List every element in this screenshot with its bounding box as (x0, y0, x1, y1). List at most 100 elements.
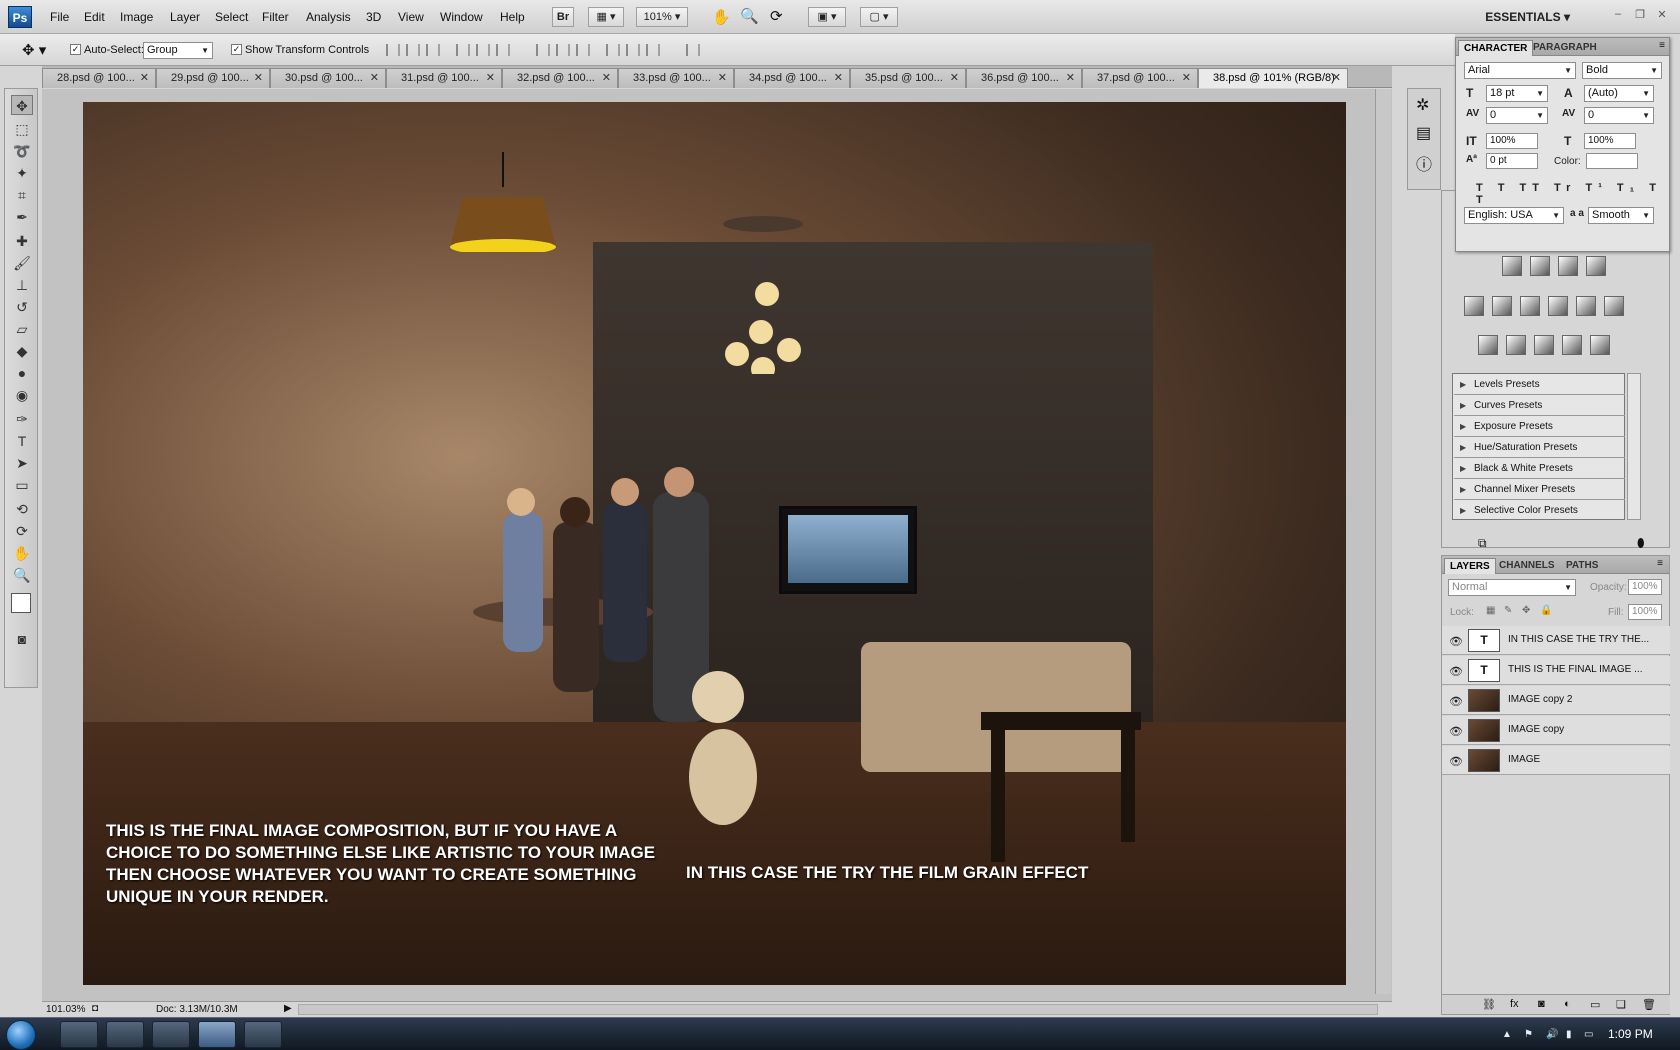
lock-transparent-icon[interactable]: ▦ (1486, 605, 1495, 616)
close-icon[interactable]: ✕ (1066, 69, 1075, 87)
tab-34-psd[interactable]: 34.psd @ 100... ✕ (734, 68, 850, 88)
curves-icon[interactable] (1558, 256, 1578, 276)
paint-bucket-tool-icon[interactable]: ◆ (11, 341, 33, 361)
tab-28-psd[interactable]: 28.psd @ 100... ✕ (42, 68, 156, 88)
horizontal-scale-field[interactable]: 100% (1584, 133, 1636, 149)
close-icon[interactable]: ✕ (1182, 69, 1191, 87)
tab-31-psd[interactable]: 31.psd @ 100... ✕ (386, 68, 502, 88)
shape-tool-icon[interactable]: ▭ (11, 475, 33, 495)
invert-icon[interactable] (1478, 335, 1498, 355)
battery-icon[interactable]: ▭ (1584, 1029, 1593, 1040)
tray-flag-icon[interactable]: ⚑ (1524, 1029, 1533, 1040)
lock-all-icon[interactable]: 🔒 (1540, 605, 1552, 616)
type-tool-icon[interactable]: T (11, 431, 33, 451)
language-dropdown[interactable]: English: USA ▼ (1464, 207, 1564, 224)
antialias-dropdown[interactable]: Smooth ▼ (1588, 207, 1654, 224)
close-icon[interactable]: ✕ (370, 69, 379, 87)
color-balance-icon[interactable] (1520, 296, 1540, 316)
vibrance-icon[interactable] (1464, 296, 1484, 316)
history-brush-tool-icon[interactable]: ↺ (11, 297, 33, 317)
fill-field[interactable]: 100% (1628, 604, 1662, 620)
auto-select-checkbox[interactable]: ✓ (70, 44, 81, 55)
tab-paths[interactable]: PATHS (1561, 558, 1603, 574)
horizontal-scrollbar[interactable] (298, 1004, 1378, 1015)
dodge-tool-icon[interactable]: ◉ (11, 385, 33, 405)
tab-33-psd[interactable]: 33.psd @ 100... ✕ (618, 68, 734, 88)
auto-align-icon[interactable] (686, 44, 700, 56)
healing-brush-tool-icon[interactable]: ✚ (11, 231, 33, 251)
menu-view[interactable]: View (398, 10, 424, 24)
eraser-tool-icon[interactable]: ▱ (11, 319, 33, 339)
volume-icon[interactable]: 🔊 (1546, 1029, 1558, 1040)
distribute-right-icon[interactable] (646, 44, 660, 56)
posterize-icon[interactable] (1506, 335, 1526, 355)
tab-character[interactable]: CHARACTER (1458, 40, 1534, 56)
align-top-icon[interactable] (386, 44, 400, 56)
font-family-dropdown[interactable]: Arial ▼ (1464, 62, 1576, 79)
close-icon[interactable]: ✕ (950, 69, 959, 87)
gradient-map-icon[interactable] (1562, 335, 1582, 355)
zoom-tool-icon[interactable]: 🔍 (11, 565, 33, 585)
preset-exposure[interactable]: ▶ Exposure Presets (1454, 417, 1625, 437)
align-vcenter-icon[interactable] (406, 44, 420, 56)
adjustment-layer-icon[interactable]: ⧉ (1478, 536, 1487, 551)
menu-file[interactable]: File (50, 10, 69, 24)
taskbar-app-chrome[interactable] (152, 1021, 190, 1048)
3d-orbit-tool-icon[interactable]: ⟳ (11, 521, 33, 541)
exposure-icon[interactable] (1586, 256, 1606, 276)
tab-36-psd[interactable]: 36.psd @ 100... ✕ (966, 68, 1082, 88)
tab-38-psd[interactable]: 38.psd @ 101% (RGB/8) ✕ (1198, 68, 1348, 88)
menu-image[interactable]: Image (120, 10, 153, 24)
lock-image-icon[interactable]: ✎ (1504, 605, 1512, 616)
eyedropper-tool-icon[interactable]: ✒ (11, 207, 33, 227)
menu-analysis[interactable]: Analysis (306, 10, 351, 24)
zoom-icon[interactable]: 🔍 (740, 7, 759, 25)
vertical-scale-field[interactable]: 100% (1486, 133, 1538, 149)
close-icon[interactable]: ✕ (254, 69, 263, 87)
crop-tool-icon[interactable]: ⌗ (11, 185, 33, 205)
tracking-field[interactable]: 0 ▼ (1584, 107, 1654, 124)
tray-expand-icon[interactable]: ▲ (1502, 1029, 1512, 1040)
eye-icon[interactable]: 👁 (1449, 725, 1463, 738)
expand-triangle-icon[interactable]: ▶ (1460, 438, 1466, 458)
taskbar-app-flash[interactable] (60, 1021, 98, 1048)
distribute-bottom-icon[interactable] (576, 44, 590, 56)
navigator-icon[interactable]: ✲ (1416, 95, 1429, 115)
blur-tool-icon[interactable]: ● (11, 363, 33, 383)
menu-layer[interactable]: Layer (170, 10, 200, 24)
magic-wand-tool-icon[interactable]: ✦ (11, 163, 33, 183)
layer-row[interactable]: 👁 IMAGE copy 2 (1442, 686, 1670, 715)
align-left-icon[interactable] (456, 44, 470, 56)
selective-color-icon[interactable] (1590, 335, 1610, 355)
threshold-icon[interactable] (1534, 335, 1554, 355)
distribute-vcenter-icon[interactable] (556, 44, 570, 56)
clock[interactable]: 1:09 PM (1608, 1027, 1653, 1041)
eye-icon[interactable]: 👁 (1449, 665, 1463, 678)
black-white-icon[interactable] (1548, 296, 1568, 316)
text-color-swatch[interactable] (1586, 153, 1638, 169)
move-tool-preset-icon[interactable]: ✥ ▾ (22, 41, 46, 59)
close-icon[interactable]: ✕ (1332, 69, 1341, 87)
hand-tool-icon[interactable]: ✋ (11, 543, 33, 563)
channel-mixer-icon[interactable] (1604, 296, 1624, 316)
preset-curves[interactable]: ▶ Curves Presets (1454, 396, 1625, 416)
preset-levels[interactable]: ▶ Levels Presets (1454, 375, 1625, 395)
presets-scrollbar[interactable] (1627, 373, 1641, 520)
minimize-icon[interactable]: – (1610, 8, 1626, 22)
panel-menu-icon[interactable]: ≡ (1659, 40, 1665, 51)
document-image[interactable]: THIS IS THE FINAL IMAGE COMPOSITION, BUT… (83, 102, 1346, 985)
tab-29-psd[interactable]: 29.psd @ 100... ✕ (156, 68, 270, 88)
lock-position-icon[interactable]: ✥ (1522, 605, 1530, 616)
preset-selective-color[interactable]: ▶ Selective Color Presets (1454, 501, 1625, 521)
expand-triangle-icon[interactable]: ▶ (1460, 501, 1466, 521)
kerning-field[interactable]: 0 ▼ (1486, 107, 1548, 124)
status-menu-icon[interactable]: ◘ (92, 1003, 98, 1014)
pen-tool-icon[interactable]: ✑ (11, 409, 33, 429)
levels-icon[interactable] (1530, 256, 1550, 276)
hand-icon[interactable]: ✋ (712, 8, 731, 26)
menu-select[interactable]: Select (215, 10, 248, 24)
layer-row[interactable]: 👁 IMAGE (1442, 746, 1670, 775)
menu-3d[interactable]: 3D (366, 10, 381, 24)
tab-channels[interactable]: CHANNELS (1494, 558, 1560, 574)
expand-triangle-icon[interactable]: ▶ (1460, 459, 1466, 479)
